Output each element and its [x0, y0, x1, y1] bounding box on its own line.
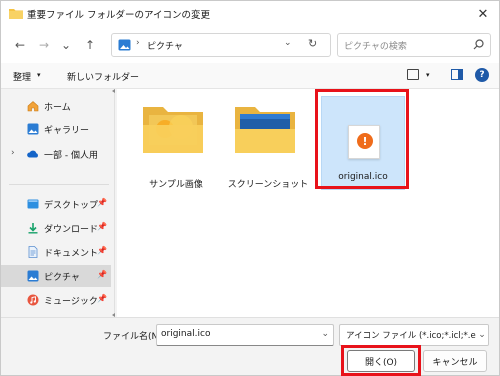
chevron-right-icon[interactable]: ›	[11, 148, 15, 158]
sidebar-item-gallery[interactable]: ギャラリー	[1, 118, 111, 140]
pictures-icon	[27, 270, 39, 282]
refresh-icon[interactable]: ↻	[308, 37, 317, 50]
close-button[interactable]: ✕	[471, 3, 495, 25]
sidebar-item-label: ダウンロード	[44, 225, 99, 235]
sidebar-item-home[interactable]: ホーム	[1, 95, 111, 117]
command-bar: 整理 ▾ 新しいフォルダー ▾ ?	[1, 63, 499, 89]
filetype-select[interactable]: アイコン ファイル (*.ico;*.icl;*.exe;*.dll) ⌄	[339, 324, 489, 346]
navigation-bar: ← → ⌄ ↑ › ピクチャ ⌄ ↻ ピクチャの検索	[1, 27, 499, 63]
file-list: サンプル画像 スクリーンショット ! original.ico	[117, 89, 499, 317]
pin-icon[interactable]: 📌	[97, 294, 107, 303]
cancel-button[interactable]: キャンセル	[423, 350, 487, 372]
search-icon	[473, 39, 484, 50]
document-icon	[28, 246, 38, 258]
sidebar-item-onedrive[interactable]: › 一部 - 個人用	[1, 143, 111, 165]
sidebar-item-music[interactable]: ミュージック 📌	[1, 289, 111, 311]
breadcrumb-separator: ›	[136, 38, 140, 48]
filetype-value: アイコン ファイル (*.ico;*.icl;*.exe;*.dll)	[346, 331, 488, 341]
sidebar-scrollbar[interactable]	[112, 89, 115, 317]
back-button[interactable]: ←	[11, 35, 29, 55]
highlight-frame	[315, 89, 409, 189]
view-icon[interactable]	[407, 69, 419, 80]
new-folder-button[interactable]: 新しいフォルダー	[67, 70, 139, 83]
sidebar-item-desktop[interactable]: デスクトップ 📌	[1, 193, 111, 215]
address-dropdown-icon[interactable]: ⌄	[284, 38, 292, 48]
back-arrow-icon: ←	[14, 38, 26, 52]
onedrive-icon	[27, 150, 38, 158]
folder-icon	[9, 9, 23, 19]
sidebar-item-documents[interactable]: ドキュメント 📌	[1, 241, 111, 263]
chevron-down-icon: ⌄	[60, 38, 72, 52]
pictures-icon	[118, 39, 131, 51]
sidebar-item-downloads[interactable]: ダウンロード 📌	[1, 217, 111, 239]
file-item-sample-images[interactable]: サンプル画像	[133, 97, 219, 195]
forward-arrow-icon: →	[38, 38, 50, 52]
breadcrumb-location[interactable]: ピクチャ	[147, 39, 183, 52]
pin-icon[interactable]: 📌	[97, 222, 107, 231]
pin-icon[interactable]: 📌	[97, 246, 107, 255]
up-arrow-icon: ↑	[84, 38, 96, 52]
dialog-title: 重要ファイル フォルダーのアイコンの変更	[27, 10, 211, 21]
search-box[interactable]: ピクチャの検索	[337, 33, 491, 57]
recent-locations-button[interactable]: ⌄	[57, 35, 75, 55]
filename-field[interactable]: original.ico ⌄	[156, 324, 334, 346]
sidebar-divider	[9, 184, 109, 185]
sidebar-item-label: ミュージック	[44, 297, 98, 307]
sidebar-item-label: ドキュメント	[44, 249, 99, 259]
download-icon	[28, 223, 38, 234]
filename-value[interactable]: original.ico	[161, 329, 210, 339]
dialog-footer: ファイル名(N): original.ico ⌄ アイコン ファイル (*.ic…	[1, 317, 499, 376]
pin-icon[interactable]: 📌	[97, 270, 107, 279]
gallery-icon	[27, 123, 39, 135]
sidebar-item-label: ピクチャ	[44, 273, 80, 283]
desktop-icon	[27, 199, 39, 209]
sidebar-item-label: デスクトップ	[44, 201, 99, 211]
filetype-dropdown-icon[interactable]: ⌄	[476, 325, 488, 345]
file-name: スクリーンショット	[227, 180, 309, 190]
up-button[interactable]: ↑	[81, 35, 99, 55]
highlight-frame	[341, 345, 421, 376]
organize-dropdown-icon[interactable]: ▾	[37, 71, 41, 79]
title-bar: 重要ファイル フォルダーのアイコンの変更 ✕	[1, 1, 499, 27]
sidebar-item-label: ギャラリー	[44, 126, 90, 136]
music-icon	[27, 294, 39, 306]
help-icon[interactable]: ?	[475, 68, 489, 82]
home-icon	[27, 101, 39, 112]
filename-dropdown-icon[interactable]: ⌄	[321, 329, 329, 339]
search-input[interactable]: ピクチャの検索	[344, 39, 407, 52]
sidebar-item-label: ホーム	[44, 103, 71, 113]
organize-button[interactable]: 整理	[13, 70, 31, 83]
sidebar-item-pictures[interactable]: ピクチャ 📌	[1, 265, 111, 287]
preview-pane-icon[interactable]	[451, 69, 463, 80]
forward-button[interactable]: →	[35, 35, 53, 55]
folder-with-image-icon	[143, 107, 203, 153]
file-name: サンプル画像	[149, 180, 203, 190]
sidebar-item-label: 一部 - 個人用	[44, 151, 98, 161]
folder-with-screenshot-icon	[235, 107, 295, 153]
view-dropdown-icon[interactable]: ▾	[426, 71, 430, 79]
address-bar[interactable]: › ピクチャ ⌄ ↻	[111, 33, 331, 57]
close-icon: ✕	[477, 6, 489, 22]
file-item-screenshots[interactable]: スクリーンショット	[225, 97, 311, 195]
navigation-pane: ホーム ギャラリー › 一部 - 個人用 デスクトップ 📌 ダウンロード 📌 ド…	[1, 89, 115, 317]
change-icon-dialog: 重要ファイル フォルダーのアイコンの変更 ✕ ← → ⌄ ↑ › ピクチャ ⌄ …	[0, 0, 500, 376]
pin-icon[interactable]: 📌	[97, 198, 107, 207]
